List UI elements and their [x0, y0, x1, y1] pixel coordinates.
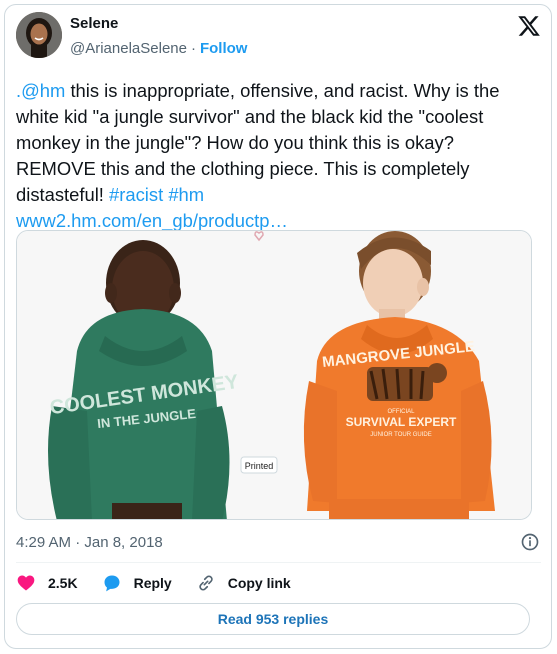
printed-tag-label: Printed	[245, 461, 274, 471]
reply-label: Reply	[133, 575, 172, 591]
heart-icon	[17, 575, 35, 591]
tweet-body: this is inappropriate, offensive, and ra…	[16, 80, 500, 205]
tweet-media-image[interactable]: COOLEST MONKEY IN THE JUNGLE Printed MAN…	[16, 230, 532, 520]
copy-link-button[interactable]: Copy link	[196, 573, 291, 593]
link-icon	[198, 575, 213, 591]
right-hoodie-text-3: SURVIVAL EXPERT	[346, 415, 457, 429]
hashtag-racist[interactable]: #racist	[109, 184, 163, 205]
hashtag-hm[interactable]: #hm	[168, 184, 204, 205]
reply-icon	[104, 575, 120, 592]
separator: ·	[190, 40, 196, 57]
media-illustration: COOLEST MONKEY IN THE JUNGLE Printed MAN…	[17, 231, 531, 519]
right-hoodie-text-4: JUNIOR TOUR GUIDE	[370, 432, 431, 438]
avatar-image	[16, 12, 62, 58]
read-replies-button[interactable]: Read 953 replies	[16, 603, 530, 635]
handle-row: @ArianelaSelene · Follow	[70, 39, 247, 59]
user-name[interactable]: Selene	[70, 14, 118, 34]
divider	[16, 562, 541, 563]
copy-link-label: Copy link	[227, 575, 291, 591]
avatar[interactable]	[16, 12, 62, 58]
product-url-link[interactable]: www2.hm.com/en_gb/productp…	[16, 210, 288, 231]
mention-link[interactable]: .@hm	[16, 80, 65, 101]
x-logo-icon[interactable]	[517, 14, 541, 38]
info-icon[interactable]	[520, 532, 540, 552]
tweet-timestamp[interactable]: 4:29 AM · Jan 8, 2018	[16, 533, 163, 553]
action-bar: 2.5K Reply Copy link	[16, 570, 315, 596]
user-handle[interactable]: @ArianelaSelene	[70, 40, 187, 57]
reply-button[interactable]: Reply	[102, 573, 172, 593]
tweet-text: .@hm this is inappropriate, offensive, a…	[16, 78, 534, 234]
follow-button[interactable]: Follow	[200, 40, 248, 57]
like-button[interactable]: 2.5K	[16, 573, 78, 593]
like-count: 2.5K	[48, 575, 78, 591]
